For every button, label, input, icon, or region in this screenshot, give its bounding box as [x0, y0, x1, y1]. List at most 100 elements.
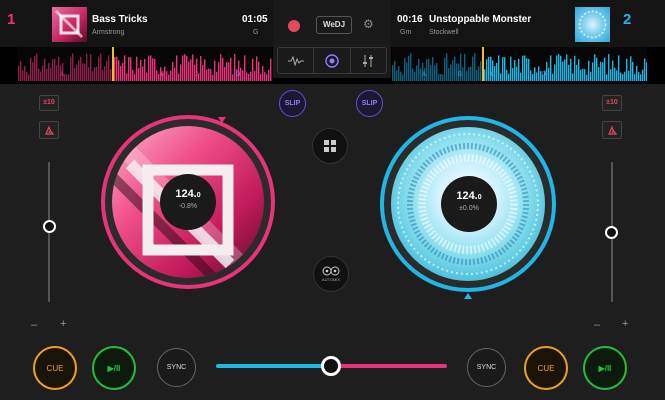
- cue-marker-b[interactable]: B: [161, 72, 165, 78]
- waveform-bar: [182, 55, 184, 81]
- platter-view-button[interactable]: [314, 48, 351, 73]
- waveform-view-button[interactable]: [278, 48, 315, 73]
- waveform-bar: [264, 72, 266, 81]
- waveform-bar: [548, 67, 550, 81]
- record-icon[interactable]: [288, 20, 300, 32]
- waveform-bar: [32, 62, 34, 81]
- target-icon: [325, 53, 339, 68]
- crossfader-track-left[interactable]: [216, 364, 331, 368]
- deck-b-slip-button[interactable]: SLIP: [356, 90, 383, 117]
- deck-b-artwork[interactable]: [575, 7, 610, 42]
- deck-a-sync-button[interactable]: SYNC: [157, 348, 196, 387]
- waveform-bar: [114, 56, 116, 81]
- deck-a-artist: Armstrong: [92, 29, 125, 36]
- deck-b-pitch-range-button[interactable]: ±10: [602, 95, 622, 111]
- crossfader-knob[interactable]: [321, 356, 341, 376]
- waveform-bar: [36, 53, 38, 81]
- waveform-bar: [560, 55, 562, 81]
- waveform-bar: [84, 63, 86, 81]
- cue-marker-c[interactable]: C: [194, 72, 198, 78]
- waveform-bar: [600, 61, 602, 81]
- waveform-bar: [136, 56, 138, 81]
- deck-b-waveform[interactable]: A B C D: [392, 47, 648, 81]
- waveform-bar: [218, 62, 220, 81]
- deck-b-artist: Stockwell: [429, 29, 459, 36]
- waveform-bar: [24, 66, 26, 81]
- deck-a-pitch-minus[interactable]: –: [31, 319, 37, 331]
- deck-a-cue-button[interactable]: CUE: [33, 346, 77, 390]
- waveform-bar: [476, 70, 478, 81]
- waveform-bar: [568, 64, 570, 81]
- waveform-bar: [138, 67, 140, 81]
- waveform-bar: [592, 62, 594, 81]
- crossfader-track-right[interactable]: [331, 364, 447, 368]
- waveform-bar: [212, 74, 214, 81]
- waveform-bar: [392, 65, 394, 81]
- automix-button[interactable]: AUTOMIX: [313, 256, 349, 292]
- waveform-bar: [268, 69, 270, 81]
- waveform-bar: [502, 56, 504, 81]
- deck-a-pitch-slider-knob[interactable]: [43, 220, 56, 233]
- waveform-bar: [496, 62, 498, 81]
- waveform-bar: [432, 56, 434, 81]
- deck-b-key: Gm: [400, 29, 412, 36]
- cue-marker-b[interactable]: B: [458, 72, 462, 78]
- waveform-bar: [462, 67, 464, 81]
- app-logo[interactable]: WeDJ: [316, 16, 352, 34]
- waveform-bar: [632, 61, 634, 81]
- deck-b-pitch-minus[interactable]: –: [594, 319, 600, 331]
- deck-a-pitch-plus[interactable]: +: [60, 318, 66, 330]
- waveform-bar: [644, 58, 646, 81]
- waveform-bar: [622, 73, 624, 81]
- cue-marker-c[interactable]: C: [491, 72, 495, 78]
- deck-b-play-pause-button[interactable]: ▶/II: [583, 346, 627, 390]
- waveform-bar: [498, 55, 500, 81]
- waveform-bar: [418, 58, 420, 81]
- waveform-bar: [436, 63, 438, 81]
- waveform-bar: [612, 60, 614, 81]
- waveform-bar: [470, 66, 472, 81]
- waveform-bar: [608, 54, 610, 81]
- waveform-bar: [626, 58, 628, 81]
- waveform-bar: [64, 74, 66, 81]
- waveform-bar: [154, 59, 156, 81]
- waveform-bar: [18, 65, 20, 81]
- waveform-bar: [396, 70, 398, 81]
- waveform-bar: [616, 70, 618, 81]
- gear-icon[interactable]: ⚙: [363, 17, 374, 31]
- waveform-bar: [216, 71, 218, 81]
- eq-view-button[interactable]: [351, 48, 386, 73]
- waveform-bar: [530, 70, 532, 81]
- deck-a-slip-button[interactable]: SLIP: [279, 90, 306, 117]
- waveform-bar: [628, 70, 630, 81]
- artwork-art-icon: [54, 9, 84, 39]
- deck-a-waveform[interactable]: A B C D: [18, 47, 272, 81]
- waveform-bar: [446, 53, 448, 81]
- deck-a-artwork[interactable]: [52, 7, 87, 42]
- waveform-bar: [404, 57, 406, 81]
- cue-marker-a[interactable]: A: [60, 72, 64, 78]
- waveform-bar: [78, 60, 80, 81]
- cue-marker-a[interactable]: A: [422, 72, 426, 78]
- cue-marker-d[interactable]: D: [542, 72, 546, 78]
- deck-b-sync-button[interactable]: SYNC: [467, 348, 506, 387]
- deck-b-waveform-graphic: [392, 47, 648, 81]
- waveform-bar: [562, 61, 564, 81]
- deck-a-fx-button[interactable]: [39, 121, 59, 139]
- waveform-bar: [260, 74, 262, 81]
- deck-b-pitch-plus[interactable]: +: [622, 318, 628, 330]
- waveform-bar: [184, 54, 186, 81]
- deck-b-fx-button[interactable]: [602, 121, 622, 139]
- waveform-bar: [150, 55, 152, 81]
- deck-b-cue-button[interactable]: CUE: [524, 346, 568, 390]
- cue-marker-d[interactable]: D: [236, 72, 240, 78]
- browser-button[interactable]: [312, 128, 348, 164]
- waveform-bar: [258, 61, 260, 81]
- deck-a-pitch-range-button[interactable]: ±10: [39, 95, 59, 111]
- waveform-bar: [532, 73, 534, 81]
- waveform-bar: [246, 72, 248, 81]
- deck-a-play-pause-button[interactable]: ▶/II: [92, 346, 136, 390]
- deck-b-pitch-slider-knob[interactable]: [605, 226, 618, 239]
- waveform-bar: [48, 63, 50, 81]
- waveform-bar: [454, 56, 456, 81]
